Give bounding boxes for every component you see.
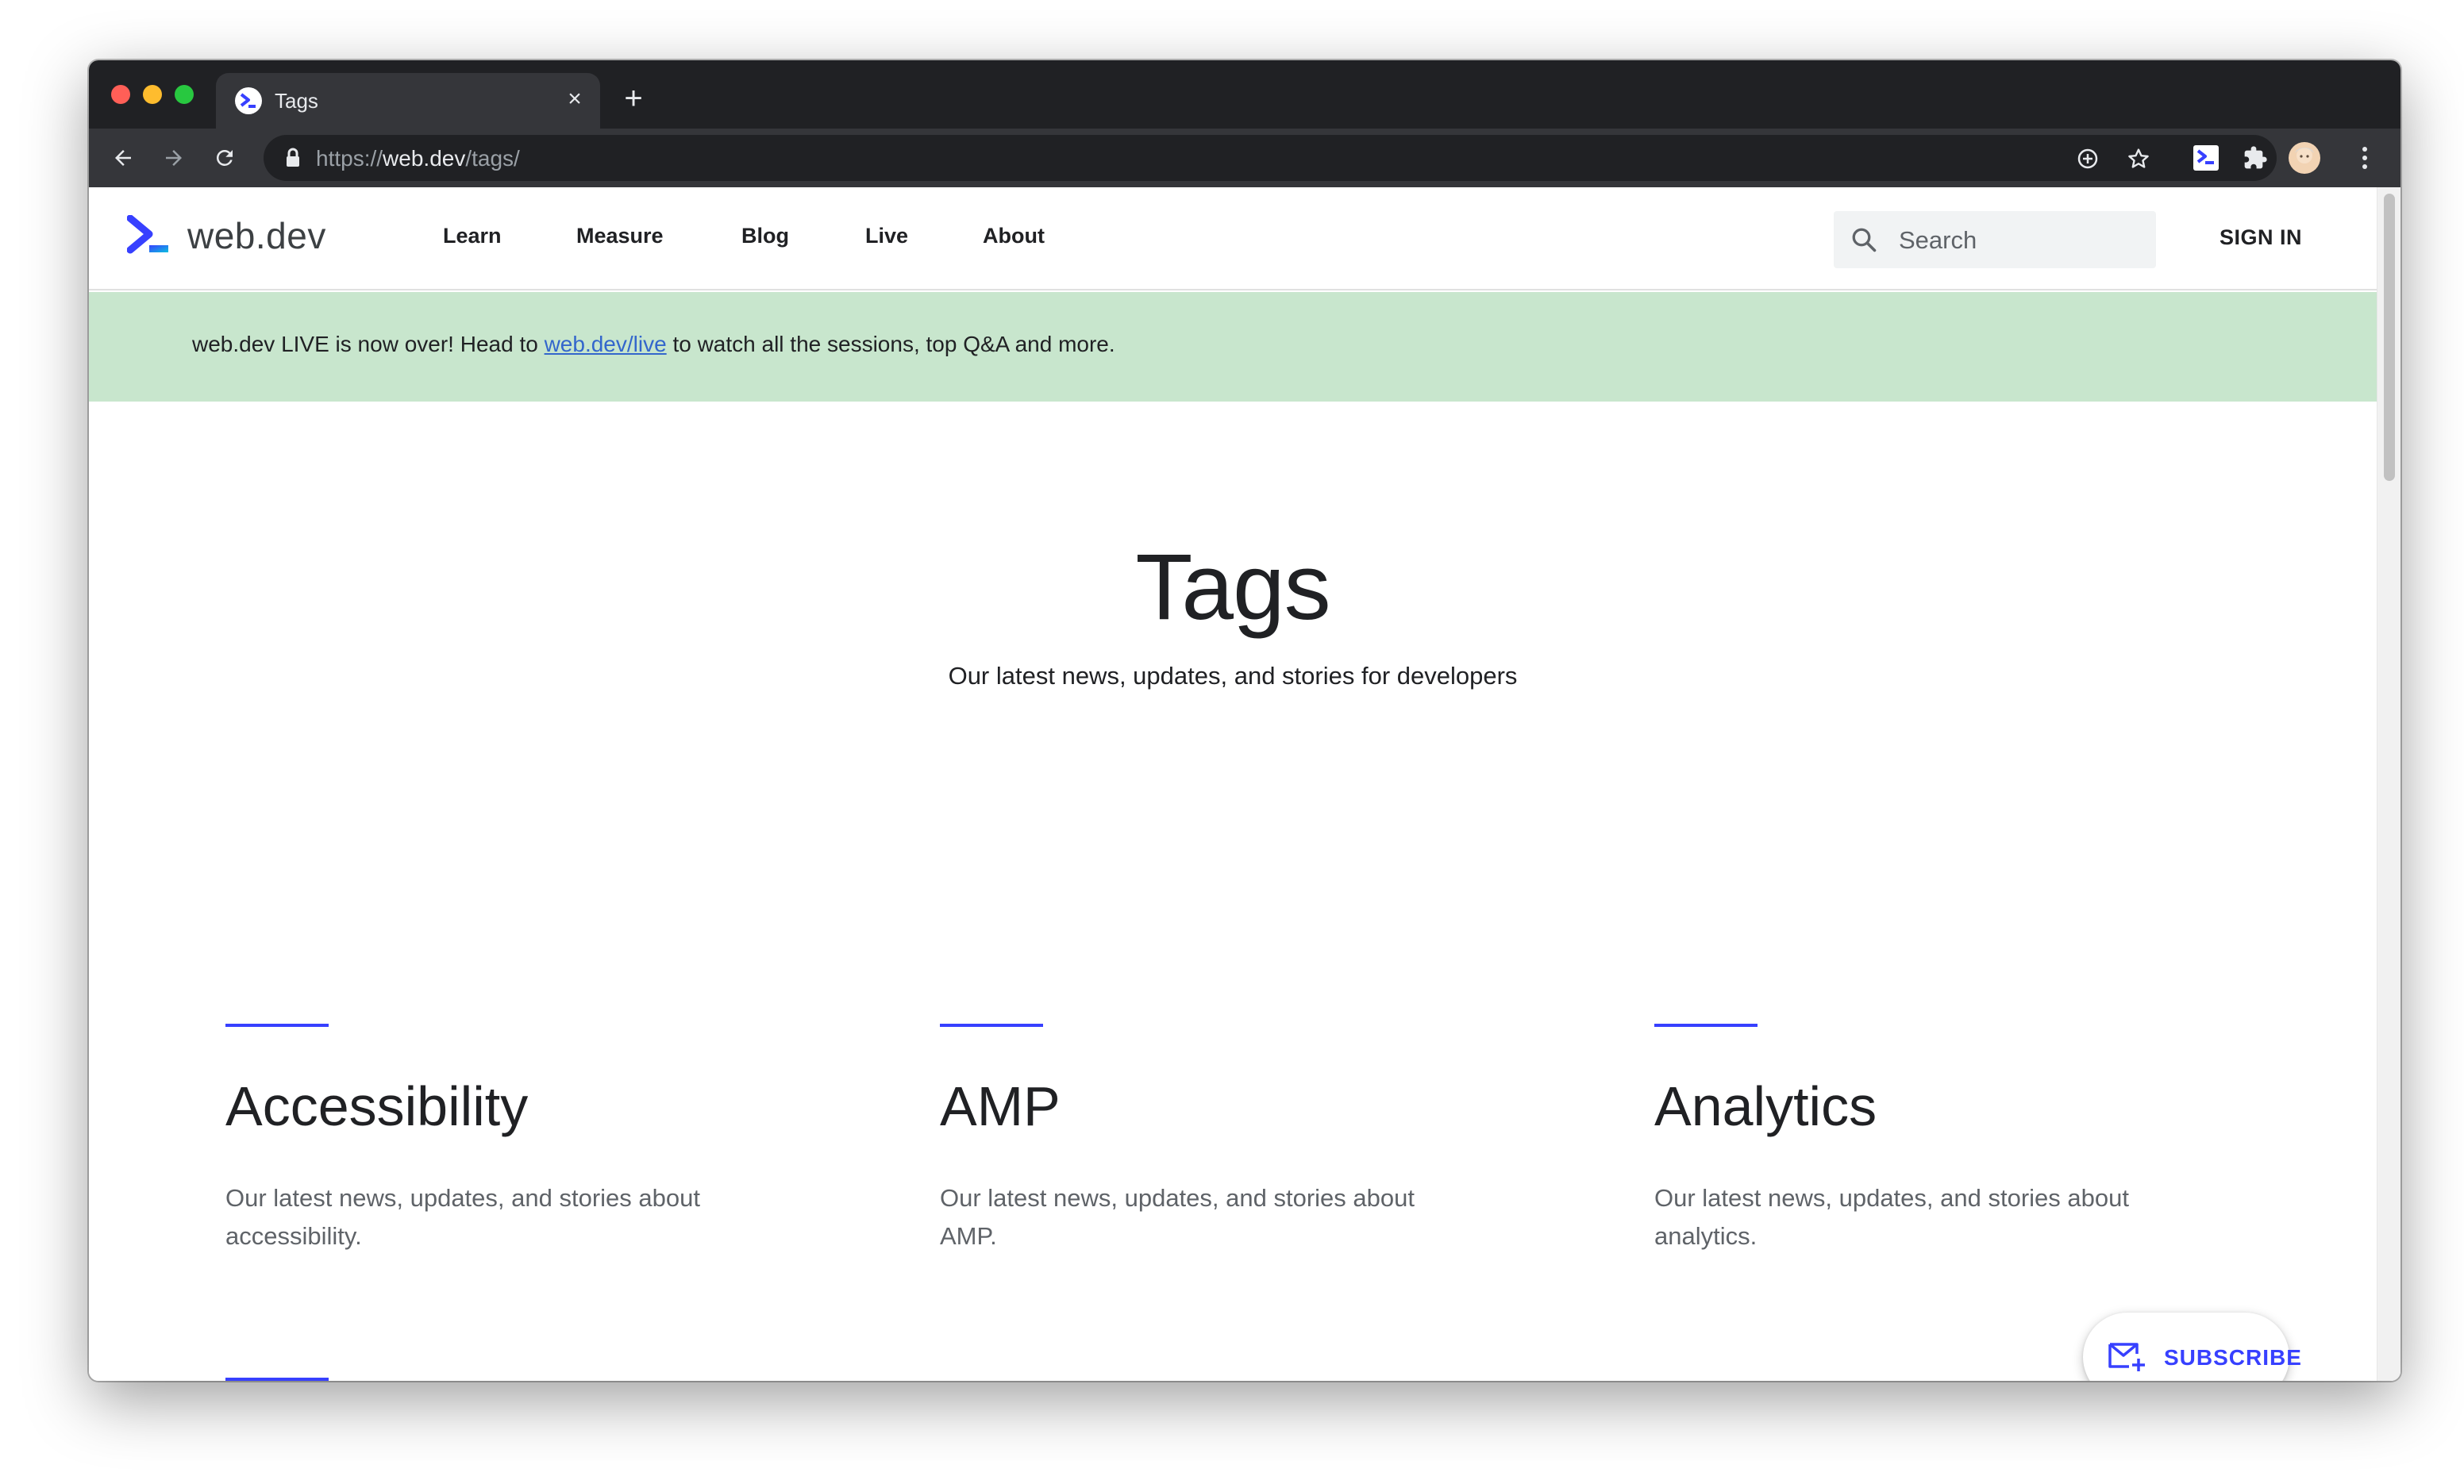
title-bar: Tags × +: [89, 60, 2400, 129]
nav-measure[interactable]: Measure: [576, 224, 664, 248]
back-icon[interactable]: [103, 138, 143, 178]
banner-text: web.dev LIVE is now over! Head to web.de…: [192, 332, 1115, 356]
browser-toolbar: https://web.dev/tags/: [89, 129, 2400, 187]
card-accent-rule: [940, 1024, 1043, 1027]
announcement-banner: web.dev LIVE is now over! Head to web.de…: [89, 292, 2377, 402]
lock-icon[interactable]: [284, 148, 302, 172]
webdev-logo-icon: [127, 215, 168, 254]
close-window-button[interactable]: [111, 85, 130, 104]
card-title[interactable]: Analytics: [1654, 1075, 1877, 1138]
card-title[interactable]: Accessibility: [225, 1075, 528, 1138]
close-tab-icon[interactable]: ×: [560, 85, 589, 113]
nav-about[interactable]: About: [983, 224, 1045, 248]
url-text: https://web.dev/tags/: [316, 146, 520, 171]
scroll-thumb[interactable]: [2384, 194, 2395, 481]
search-placeholder: Search: [1899, 226, 1977, 254]
card-title[interactable]: AMP: [940, 1075, 1061, 1138]
extension-webdev-icon[interactable]: [2188, 140, 2224, 176]
tag-card-analytics[interactable]: Analytics Our latest news, updates, and …: [1654, 1024, 2210, 1278]
browser-window: Tags × + https://web.dev/tags/ web.dev L…: [89, 60, 2400, 1381]
tag-card-accessibility[interactable]: Accessibility Our latest news, updates, …: [225, 1024, 781, 1278]
reload-icon[interactable]: [205, 138, 244, 178]
tab-title: Tags: [275, 89, 318, 113]
scrollbar[interactable]: [2377, 187, 2400, 1381]
search-input[interactable]: Search: [1834, 211, 2156, 268]
banner-link[interactable]: web.dev/live: [545, 332, 667, 356]
logo-text: web.dev: [187, 215, 326, 256]
nav-blog[interactable]: Blog: [741, 224, 789, 248]
webdev-favicon-icon: [235, 87, 262, 114]
tab-tags[interactable]: Tags ×: [216, 73, 600, 129]
nav-live[interactable]: Live: [865, 224, 908, 248]
search-icon: [1852, 228, 1877, 252]
menu-icon[interactable]: [2347, 140, 2383, 176]
card-description: Our latest news, updates, and stories ab…: [1654, 1184, 2129, 1250]
page-viewport: web.dev Learn Measure Blog Live About Se…: [89, 187, 2400, 1381]
install-icon[interactable]: [2073, 144, 2102, 173]
nav-learn[interactable]: Learn: [443, 224, 502, 248]
mail-icon: [2108, 1343, 2145, 1371]
page-subtitle: Our latest news, updates, and stories fo…: [948, 662, 1518, 690]
new-tab-button[interactable]: +: [618, 83, 649, 116]
card-accent-rule: [225, 1024, 329, 1027]
address-bar[interactable]: https://web.dev/tags/: [264, 135, 2277, 181]
subscribe-label: SUBSCRIBE: [2164, 1345, 2302, 1370]
card-description: Our latest news, updates, and stories ab…: [940, 1184, 1415, 1250]
card-description: Our latest news, updates, and stories ab…: [225, 1184, 700, 1250]
card-accent-rule: [1654, 1024, 1758, 1027]
page-title: Tags: [1135, 535, 1330, 640]
sign-in-button[interactable]: SIGN IN: [2220, 225, 2302, 250]
star-icon[interactable]: [2124, 144, 2153, 173]
tag-card-amp[interactable]: AMP Our latest news, updates, and storie…: [940, 1024, 1496, 1278]
minimize-window-button[interactable]: [143, 85, 162, 104]
site-header: web.dev Learn Measure Blog Live About Se…: [89, 187, 2377, 290]
forward-icon[interactable]: [154, 138, 194, 178]
subscribe-button[interactable]: SUBSCRIBE: [2083, 1313, 2301, 1381]
site-logo[interactable]: web.dev: [127, 214, 326, 257]
maximize-window-button[interactable]: [175, 85, 194, 104]
avatar[interactable]: [2286, 140, 2323, 176]
puzzle-icon[interactable]: [2237, 140, 2273, 176]
